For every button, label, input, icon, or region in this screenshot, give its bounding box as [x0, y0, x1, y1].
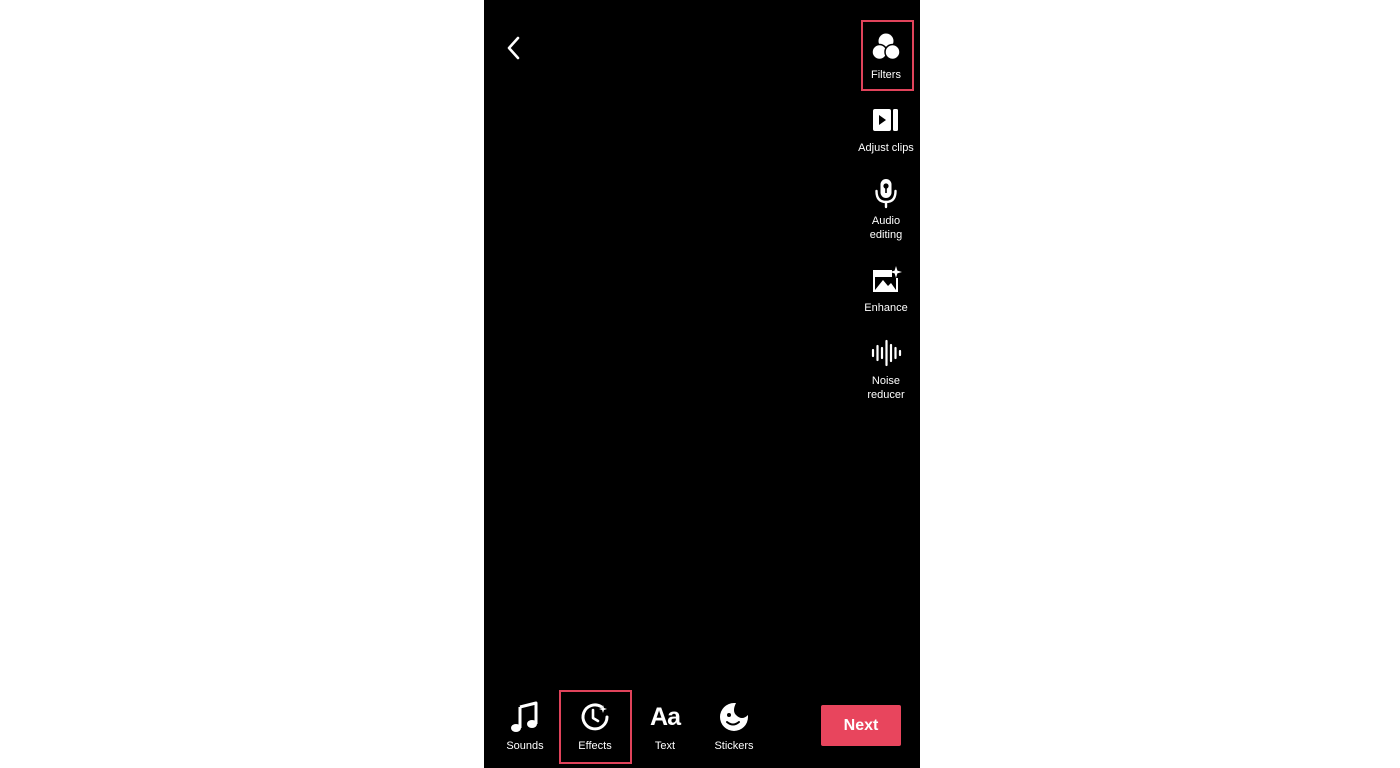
stickers-button[interactable]: Stickers [702, 700, 766, 753]
effects-icon [578, 700, 612, 734]
text-icon: Aa [648, 700, 682, 734]
music-note-icon [508, 700, 542, 734]
noise-reducer-icon [869, 336, 903, 370]
filters-button[interactable]: Filters [854, 30, 918, 82]
sounds-button[interactable]: Sounds [493, 700, 557, 753]
chevron-left-icon [507, 36, 520, 60]
text-label: Text [654, 740, 676, 752]
adjust-clips-icon [869, 103, 903, 137]
sticker-icon [717, 700, 751, 734]
sounds-label: Sounds [506, 740, 544, 752]
audio-editing-label: Audio editing [869, 215, 903, 241]
noise-reducer-button[interactable]: Noise reducer [854, 336, 918, 402]
microphone-icon [869, 176, 903, 210]
text-button[interactable]: Aa Text [633, 700, 697, 753]
enhance-button[interactable]: Enhance [854, 263, 918, 315]
video-editor-screen: Filters Adjust clips Audio editing Enhan… [484, 0, 920, 768]
back-button[interactable] [498, 32, 530, 64]
adjust-clips-label: Adjust clips [858, 142, 914, 154]
enhance-label: Enhance [864, 302, 908, 314]
filters-label: Filters [871, 69, 901, 81]
effects-label: Effects [578, 740, 612, 752]
adjust-clips-button[interactable]: Adjust clips [854, 103, 918, 155]
stickers-label: Stickers [714, 740, 754, 752]
effects-button[interactable]: Effects [563, 700, 627, 753]
filters-icon [869, 30, 903, 64]
enhance-icon [869, 263, 903, 297]
next-button[interactable]: Next [821, 705, 901, 746]
noise-reducer-label: Noise reducer [867, 375, 905, 401]
text-glyph: Aa [650, 703, 681, 731]
audio-editing-button[interactable]: Audio editing [854, 176, 918, 242]
